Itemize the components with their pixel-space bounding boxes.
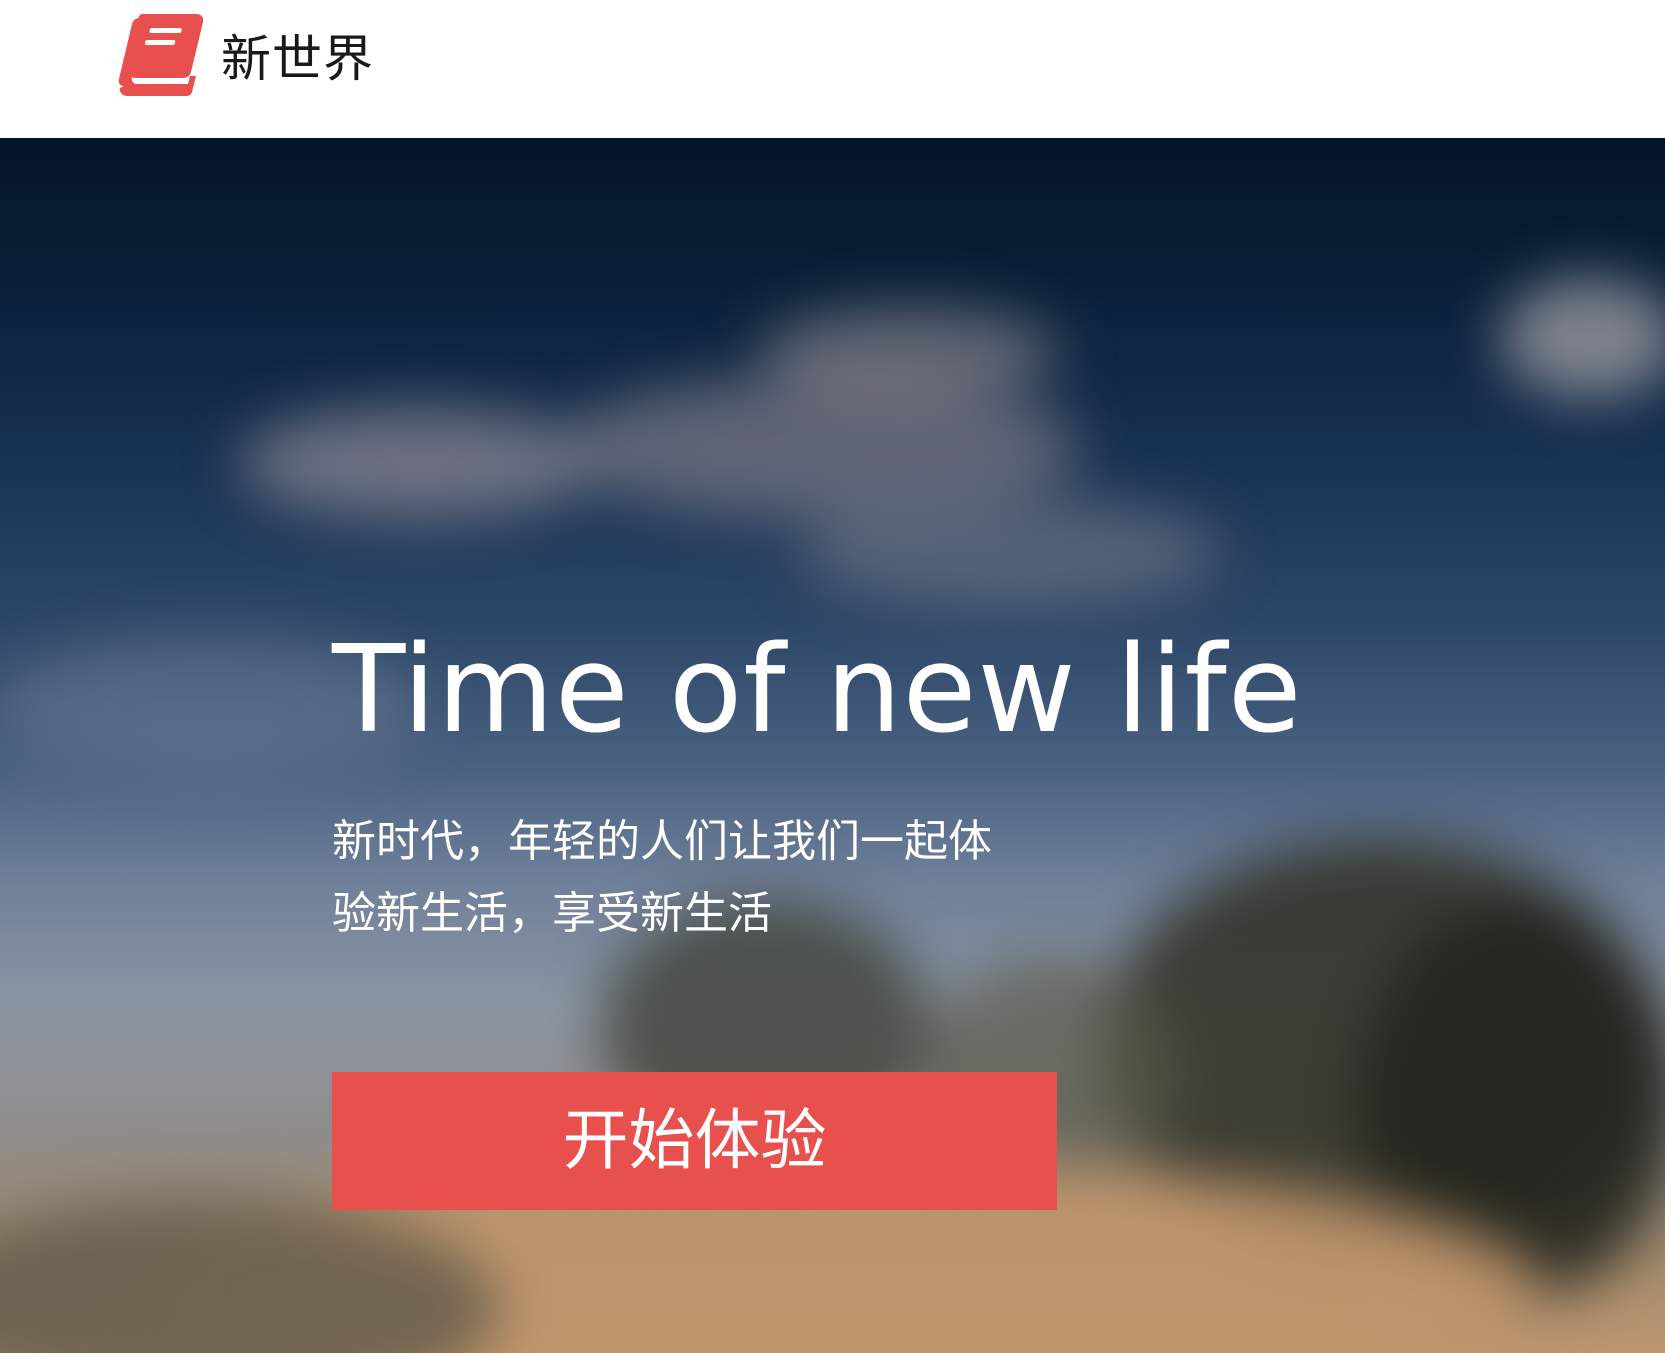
top-navigation-bar: 新世界 bbox=[0, 0, 1665, 138]
book-icon[interactable] bbox=[114, 10, 206, 98]
hero-subtitle-line-1: 新时代，年轻的人们让我们一起体 bbox=[332, 816, 992, 867]
hero-section: Time of new life 新时代，年轻的人们让我们一起体 验新生活，享受… bbox=[0, 138, 1665, 1353]
hero-subtitle: 新时代，年轻的人们让我们一起体 验新生活，享受新生活 bbox=[332, 806, 1032, 950]
landing-page: 新世界 Time of new life 新时代，年轻的人们让我们一起体 验新生… bbox=[0, 0, 1665, 1353]
hero-title: Time of new life bbox=[332, 621, 1303, 760]
brand-name[interactable]: 新世界 bbox=[221, 24, 374, 94]
start-experience-button[interactable]: 开始体验 bbox=[332, 1072, 1057, 1210]
hero-subtitle-line-2: 验新生活，享受新生活 bbox=[332, 888, 772, 939]
